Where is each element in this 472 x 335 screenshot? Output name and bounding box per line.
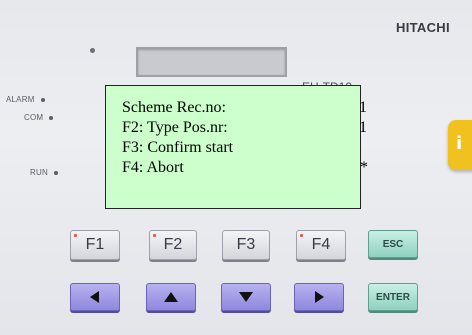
- f2-key-mark: [153, 234, 156, 237]
- enter-key-label: ENTER: [376, 291, 410, 303]
- abort-value: *: [360, 159, 368, 176]
- scheme-rec-label: Scheme Rec.no:: [122, 99, 226, 116]
- led-alarm-indicator: [40, 97, 45, 102]
- abort-label: F4: Abort: [122, 159, 184, 176]
- up-arrow-icon: [164, 292, 178, 302]
- led-run: RUN: [30, 168, 58, 177]
- type-pos-value: 1: [359, 119, 367, 136]
- left-arrow-icon: [90, 291, 99, 303]
- confirm-start-label: F3: Confirm start: [122, 139, 234, 156]
- screen-row: F4: Abort *: [122, 158, 368, 177]
- right-arrow-key[interactable]: [294, 283, 344, 311]
- screen-row: Scheme Rec.no: 1: [122, 98, 367, 117]
- f2-key[interactable]: F2: [149, 230, 197, 260]
- lcd-window: [136, 47, 287, 77]
- led-run-label: RUN: [30, 168, 48, 177]
- f4-key-label: F4: [311, 236, 331, 253]
- f3-key[interactable]: F3: [222, 230, 270, 260]
- info-key[interactable]: i: [448, 120, 472, 170]
- f4-key-mark: [300, 234, 303, 237]
- led-com-indicator: [49, 115, 54, 120]
- status-dot: [90, 48, 95, 53]
- scheme-rec-value: 1: [359, 99, 367, 116]
- led-com: COM: [24, 113, 54, 122]
- screen-row: F3: Confirm start: [122, 138, 233, 157]
- lcd-screen: Scheme Rec.no: 1 F2: Type Pos.nr: 1 F3: …: [105, 85, 368, 209]
- brand-logo: HITACHI: [396, 20, 450, 35]
- led-run-indicator: [53, 170, 58, 175]
- f3-key-label: F3: [236, 236, 256, 253]
- terminal-panel: HITACHI EH-TD10 ALARM COM RUN i Scheme R…: [0, 0, 472, 335]
- info-icon: i: [456, 133, 463, 154]
- esc-key-label: ESC: [382, 238, 404, 250]
- f2-key-label: F2: [163, 236, 183, 253]
- f1-key-label: F1: [85, 236, 105, 253]
- led-alarm-label: ALARM: [6, 95, 35, 104]
- down-arrow-icon: [239, 292, 253, 302]
- down-arrow-key[interactable]: [221, 283, 271, 311]
- left-arrow-key[interactable]: [70, 283, 120, 311]
- right-arrow-icon: [315, 291, 324, 303]
- f1-key-mark: [74, 234, 77, 237]
- type-pos-label: F2: Type Pos.nr:: [122, 119, 228, 136]
- led-com-label: COM: [24, 113, 44, 122]
- led-alarm: ALARM: [6, 95, 45, 104]
- enter-key[interactable]: ENTER: [368, 283, 418, 311]
- f4-key[interactable]: F4: [296, 230, 346, 260]
- screen-row: F2: Type Pos.nr: 1: [122, 118, 367, 137]
- up-arrow-key[interactable]: [146, 283, 196, 311]
- esc-key[interactable]: ESC: [368, 230, 418, 258]
- f1-key[interactable]: F1: [70, 230, 120, 260]
